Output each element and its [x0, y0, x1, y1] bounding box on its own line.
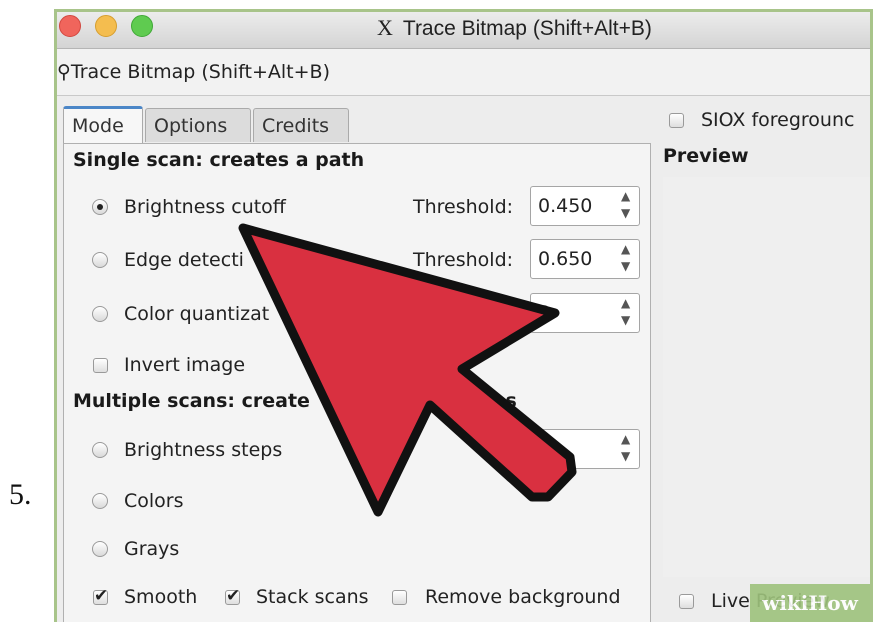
edge-threshold-spinner[interactable]: 0.650 ▲ ▼ — [530, 239, 640, 279]
spinner-arrows[interactable]: ▲ ▼ — [617, 242, 637, 276]
wikihow-watermark: wikiHow — [750, 584, 870, 622]
colors-spinner[interactable]: 8 ▲ ▼ — [530, 293, 640, 333]
dialog-header: ⚲Trace Bitmap (Shift+Alt+B) — [57, 49, 870, 96]
brightness-steps-radio[interactable] — [92, 442, 108, 458]
invert-image-checkbox[interactable] — [93, 358, 108, 373]
multiple-scans-heading-tail: hs — [492, 390, 517, 412]
window-title-text: Trace Bitmap (Shift+Alt+B) — [402, 17, 652, 40]
chevron-up-icon[interactable]: ▲ — [621, 189, 630, 203]
window-title: X Trace Bitmap (Shift+Alt+B) — [377, 15, 652, 41]
threshold-label: Threshold: — [413, 249, 514, 271]
multiple-scans-heading: Multiple scans: create — [73, 390, 310, 412]
grays-label: Grays — [124, 538, 180, 560]
edge-detection-label: Edge detecti — [124, 249, 244, 271]
mode-panel: Single scan: creates a path Brightness c… — [63, 143, 651, 622]
minimize-window-button[interactable] — [95, 15, 117, 37]
spinner-arrows[interactable]: ▲ ▼ — [617, 432, 637, 466]
brightness-cutoff-radio[interactable] — [92, 199, 108, 215]
trace-bitmap-window: X Trace Bitmap (Shift+Alt+B) ⚲Trace Bitma… — [54, 9, 873, 622]
preview-area — [663, 177, 870, 577]
brightness-threshold-spinner[interactable]: 0.450 ▲ ▼ — [530, 186, 640, 226]
zoom-window-button[interactable] — [131, 15, 153, 37]
x11-icon: X — [377, 15, 393, 40]
chevron-up-icon[interactable]: ▲ — [621, 242, 630, 256]
chevron-down-icon[interactable]: ▼ — [621, 313, 630, 327]
spinner-arrows[interactable]: ▲ ▼ — [617, 189, 637, 223]
window-titlebar: X Trace Bitmap (Shift+Alt+B) — [57, 12, 870, 49]
grays-radio[interactable] — [92, 541, 108, 557]
tab-options[interactable]: Options — [145, 108, 251, 142]
brightness-steps-label: Brightness steps — [124, 439, 283, 461]
smooth-checkbox[interactable] — [93, 586, 108, 606]
chevron-down-icon[interactable]: ▼ — [621, 259, 630, 273]
chevron-up-icon[interactable]: ▲ — [621, 432, 630, 446]
smooth-label: Smooth — [124, 586, 198, 608]
spinner-value: 0.650 — [538, 248, 593, 270]
scans-spinner[interactable]: 8 ▲ ▼ — [530, 429, 640, 469]
remove-background-checkbox[interactable] — [392, 590, 407, 605]
lightbulb-icon: ⚲ — [57, 61, 71, 83]
siox-checkbox[interactable] — [669, 113, 684, 128]
brightness-cutoff-label: Brightness cutoff — [124, 196, 286, 218]
spinner-value: 0.450 — [538, 195, 593, 217]
siox-label: SIOX foregrounc — [701, 109, 855, 131]
preview-heading: Preview — [663, 145, 749, 167]
close-window-button[interactable] — [59, 15, 81, 37]
colors-label: Colors — [124, 490, 184, 512]
spinner-arrows[interactable]: ▲ ▼ — [617, 296, 637, 330]
colors-radio[interactable] — [92, 493, 108, 509]
stack-scans-label: Stack scans — [256, 586, 369, 608]
remove-background-label: Remove background — [425, 586, 621, 608]
spinner-value: 8 — [538, 302, 551, 324]
stack-scans-checkbox[interactable] — [225, 586, 240, 606]
chevron-up-icon[interactable]: ▲ — [621, 296, 630, 310]
live-preview-checkbox[interactable] — [679, 594, 694, 609]
single-scan-heading: Single scan: creates a path — [73, 149, 365, 171]
color-quantization-radio[interactable] — [92, 306, 108, 322]
invert-image-label: Invert image — [124, 354, 246, 376]
dialog-header-title: ⚲Trace Bitmap (Shift+Alt+B) — [57, 61, 330, 83]
color-quantization-label: Color quantizat — [124, 303, 270, 325]
step-number: 5. — [9, 478, 32, 511]
spinner-value: 8 — [538, 438, 551, 460]
chevron-down-icon[interactable]: ▼ — [621, 206, 630, 220]
threshold-label: Threshold: — [413, 196, 514, 218]
chevron-down-icon[interactable]: ▼ — [621, 449, 630, 463]
edge-detection-radio[interactable] — [92, 252, 108, 268]
tab-mode[interactable]: Mode — [63, 106, 143, 143]
tab-credits[interactable]: Credits — [253, 108, 349, 142]
